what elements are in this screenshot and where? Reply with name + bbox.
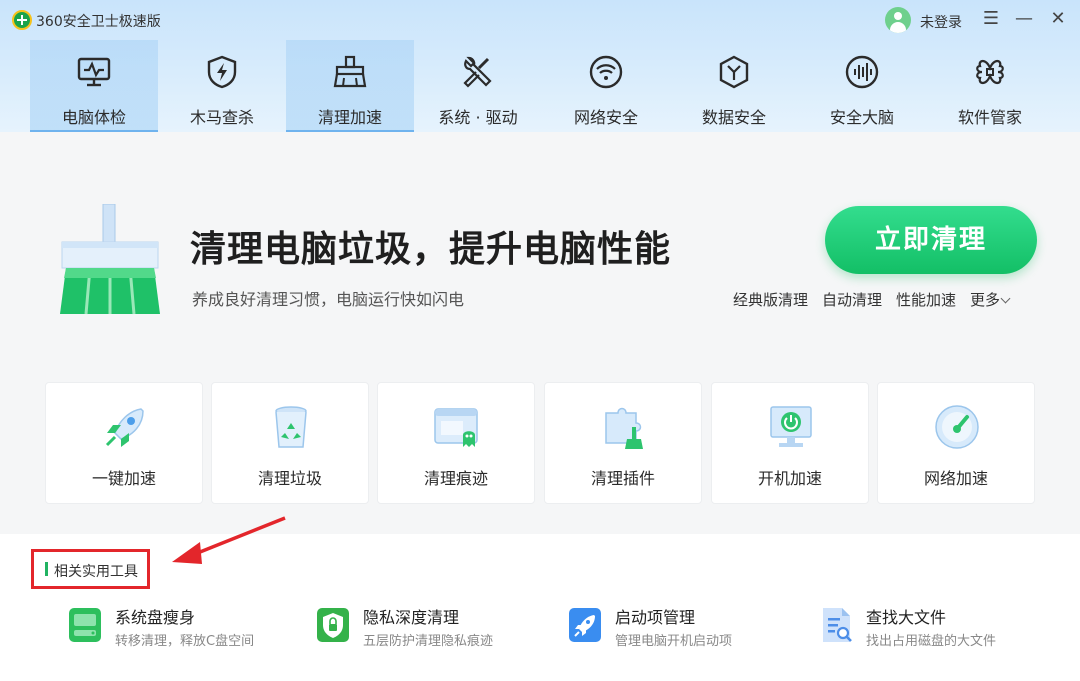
shield-bolt-icon <box>207 55 237 89</box>
nav-label: 软件管家 <box>957 108 1022 127</box>
clean-now-button[interactable]: 立即清理 <box>825 206 1037 274</box>
user-avatar-icon[interactable] <box>885 7 911 33</box>
nav-label: 安全大脑 <box>829 108 894 127</box>
related-item-name: 系统盘瘦身 <box>115 608 196 627</box>
main-nav: 电脑体检 木马查杀 清理加速 系统 · 驱动 网络安全 数据安全 安全大脑 软件… <box>30 40 1080 132</box>
tool-label: 清理插件 <box>590 469 655 488</box>
related-item-desc: 管理电脑开机启动项 <box>615 634 733 649</box>
nav-label: 系统 · 驱动 <box>438 108 518 127</box>
related-item-desc: 转移清理，释放C盘空间 <box>115 634 255 649</box>
recycle-bin-icon <box>275 406 307 448</box>
clover-icon <box>976 59 1004 85</box>
menu-icon[interactable]: ☰ <box>980 8 1002 30</box>
close-icon[interactable]: ✕ <box>1047 8 1069 30</box>
nav-label: 清理加速 <box>317 108 382 127</box>
related-tools-title: 相关实用工具 <box>54 564 138 580</box>
nav-item-data-security[interactable]: 数据安全 <box>670 40 798 132</box>
login-status[interactable]: 未登录 <box>920 12 962 32</box>
nav-item-software-manager[interactable]: 软件管家 <box>926 40 1054 132</box>
app-logo-icon <box>12 10 32 30</box>
puzzle-broom-icon <box>605 407 643 449</box>
tool-card-speedup[interactable]: 一键加速 <box>45 382 203 504</box>
tool-card-network-speedup[interactable]: 网络加速 <box>877 382 1035 504</box>
wrench-screwdriver-icon <box>463 56 492 88</box>
nav-item-trojan[interactable]: 木马查杀 <box>158 40 286 132</box>
related-item-find-large-files[interactable]: 查找大文件 找出占用磁盘的大文件 <box>818 604 1058 654</box>
nav-item-security-brain[interactable]: 安全大脑 <box>798 40 926 132</box>
nav-item-checkup[interactable]: 电脑体检 <box>30 40 158 132</box>
header: 360安全卫士极速版 未登录 ☰ — ✕ 电脑体检 木马查杀 清理加速 系统 ·… <box>0 0 1080 132</box>
nav-item-clean[interactable]: 清理加速 <box>286 40 414 132</box>
wifi-icon <box>589 55 623 89</box>
rocket-icon <box>569 608 601 642</box>
hero-links: 经典版清理 自动清理 性能加速 更多 <box>733 289 1011 310</box>
tool-card-clean-traces[interactable]: 清理痕迹 <box>377 382 535 504</box>
rocket-icon <box>105 408 144 447</box>
related-item-name: 启动项管理 <box>615 608 696 627</box>
nav-item-network-security[interactable]: 网络安全 <box>542 40 670 132</box>
tool-label: 清理垃圾 <box>257 469 322 488</box>
file-search-icon <box>823 608 852 642</box>
hero-panel: 清理电脑垃圾，提升电脑性能 养成良好清理习惯，电脑运行快如闪电 立即清理 经典版… <box>0 132 1080 534</box>
browser-ghost-icon <box>434 408 478 447</box>
nav-label: 电脑体检 <box>61 108 126 127</box>
auto-clean-link[interactable]: 自动清理 <box>822 291 882 309</box>
section-accent-bar <box>45 562 48 576</box>
broom-illustration-icon <box>60 204 160 315</box>
disk-icon <box>69 608 101 642</box>
tool-label: 一键加速 <box>91 469 156 488</box>
related-item-startup-manager[interactable]: 启动项管理 管理电脑开机启动项 <box>567 604 807 654</box>
broom-icon <box>333 55 367 88</box>
related-item-desc: 找出占用磁盘的大文件 <box>866 634 997 649</box>
app-title: 360安全卫士极速版 <box>36 14 161 30</box>
hero-subtitle: 养成良好清理习惯，电脑运行快如闪电 <box>192 290 465 309</box>
monitor-pulse-icon <box>77 57 111 87</box>
sound-wave-icon <box>845 55 879 89</box>
nav-label: 数据安全 <box>701 108 766 127</box>
tool-label: 网络加速 <box>923 469 988 488</box>
tool-label: 开机加速 <box>757 469 822 488</box>
hero-title: 清理电脑垃圾，提升电脑性能 <box>190 229 672 270</box>
related-item-name: 隐私深度清理 <box>363 608 460 627</box>
hexagon-y-icon <box>719 55 749 89</box>
nav-label: 网络安全 <box>573 108 638 127</box>
tool-card-boot-speedup[interactable]: 开机加速 <box>711 382 869 504</box>
title-bar: 360安全卫士极速版 未登录 ☰ — ✕ <box>0 0 1080 40</box>
tool-card-clean-junk[interactable]: 清理垃圾 <box>211 382 369 504</box>
related-item-privacy-clean[interactable]: 隐私深度清理 五层防护清理隐私痕迹 <box>315 604 555 654</box>
related-item-disk-slim[interactable]: 系统盘瘦身 转移清理，释放C盘空间 <box>67 604 307 654</box>
annotation-arrow-icon <box>172 516 286 564</box>
nav-item-system-driver[interactable]: 系统 · 驱动 <box>414 40 542 132</box>
related-item-desc: 五层防护清理隐私痕迹 <box>363 634 494 649</box>
tool-label: 清理痕迹 <box>423 469 488 488</box>
chevron-down-icon[interactable] <box>1000 293 1011 304</box>
speedometer-icon <box>935 405 979 449</box>
related-item-name: 查找大文件 <box>866 608 947 627</box>
more-link[interactable]: 更多 <box>970 291 1000 309</box>
privacy-shield-icon <box>317 608 349 642</box>
classic-clean-link[interactable]: 经典版清理 <box>733 291 808 309</box>
tool-card-clean-plugins[interactable]: 清理插件 <box>544 382 702 504</box>
minimize-icon[interactable]: — <box>1013 8 1035 30</box>
power-monitor-icon <box>770 406 812 447</box>
nav-label: 木马查杀 <box>189 108 254 127</box>
performance-boost-link[interactable]: 性能加速 <box>896 291 956 309</box>
